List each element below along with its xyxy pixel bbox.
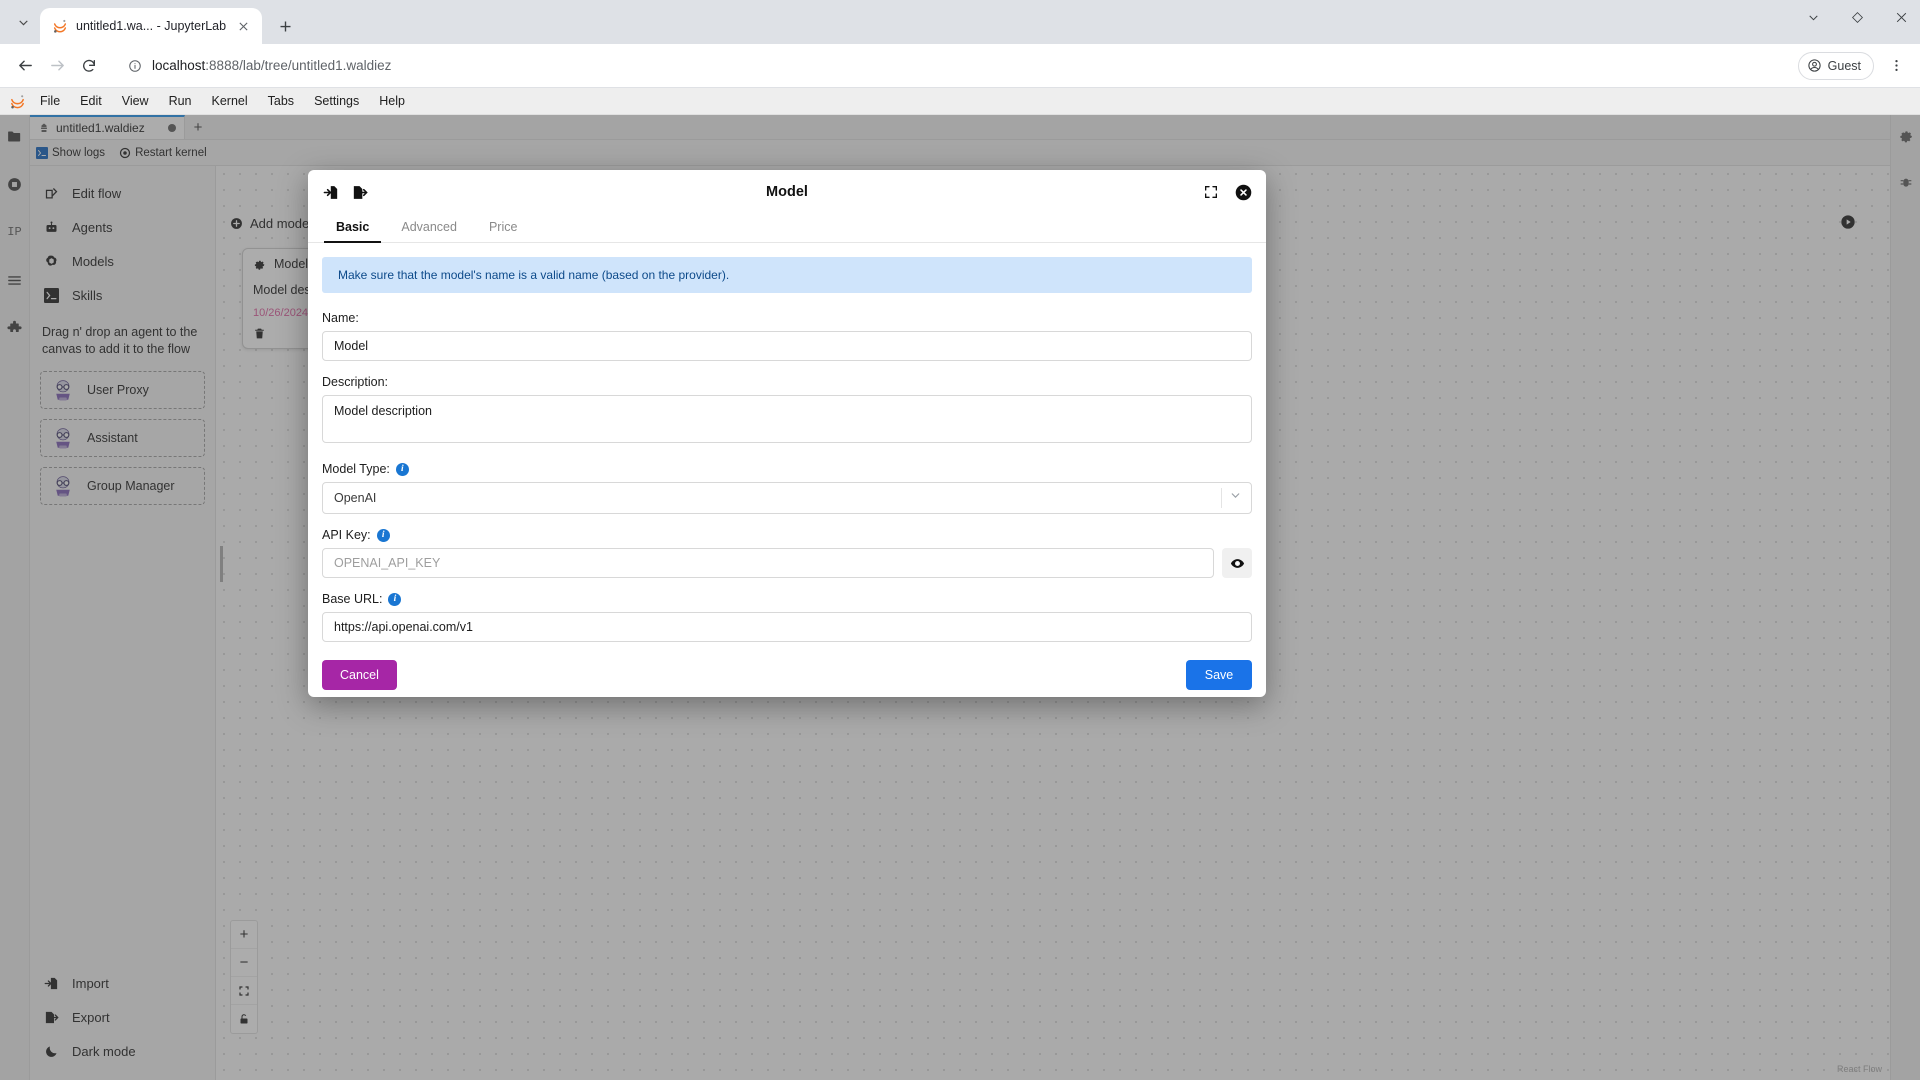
field-description: Description: bbox=[322, 375, 1252, 448]
modal-actions: Cancel Save bbox=[322, 660, 1252, 697]
api-key-input[interactable] bbox=[322, 548, 1214, 578]
url-bar[interactable]: localhost:8888/lab/tree/untitled1.waldie… bbox=[114, 51, 1796, 81]
tab-basic[interactable]: Basic bbox=[322, 214, 383, 243]
menu-settings[interactable]: Settings bbox=[304, 90, 369, 112]
menu-edit[interactable]: Edit bbox=[70, 90, 112, 112]
jupyterlab-menubar: File Edit View Run Kernel Tabs Settings … bbox=[0, 88, 1920, 115]
export-model-icon[interactable] bbox=[350, 183, 368, 201]
browser-tab[interactable]: untitled1.wa... - JupyterLab bbox=[40, 8, 263, 44]
label-api-key-text: API Key: bbox=[322, 528, 371, 542]
url-path: :8888/lab/tree/untitled1.waldiez bbox=[205, 58, 392, 73]
menu-tabs[interactable]: Tabs bbox=[258, 90, 304, 112]
menu-help[interactable]: Help bbox=[369, 90, 415, 112]
jupyter-logo-icon bbox=[4, 90, 30, 112]
label-model-type: Model Type: i bbox=[322, 462, 1252, 476]
window-controls bbox=[1802, 6, 1912, 28]
tab-close-icon[interactable] bbox=[234, 17, 252, 35]
menu-file[interactable]: File bbox=[30, 90, 70, 112]
name-input[interactable] bbox=[322, 331, 1252, 361]
cancel-button[interactable]: Cancel bbox=[322, 660, 397, 690]
description-input[interactable] bbox=[322, 395, 1252, 443]
chevron-down-icon[interactable] bbox=[1229, 489, 1242, 507]
browser-omnibar: localhost:8888/lab/tree/untitled1.waldie… bbox=[0, 44, 1920, 88]
label-base-url: Base URL: i bbox=[322, 592, 1252, 606]
menu-run[interactable]: Run bbox=[159, 90, 202, 112]
info-icon[interactable]: i bbox=[388, 592, 402, 606]
site-info-icon[interactable] bbox=[128, 59, 142, 73]
browser-tabstrip: untitled1.wa... - JupyterLab bbox=[0, 0, 1920, 44]
label-model-type-text: Model Type: bbox=[322, 462, 390, 476]
reload-icon[interactable] bbox=[74, 51, 104, 81]
info-icon[interactable]: i bbox=[376, 528, 390, 542]
field-base-url: Base URL: i bbox=[322, 592, 1252, 642]
label-api-key: API Key: i bbox=[322, 528, 1252, 542]
close-circle-icon[interactable] bbox=[1235, 184, 1252, 201]
info-icon[interactable]: i bbox=[395, 462, 409, 476]
validation-banner: Make sure that the model's name is a val… bbox=[322, 257, 1252, 293]
field-name: Name: bbox=[322, 311, 1252, 361]
browser-chrome: untitled1.wa... - JupyterLab localhost:8… bbox=[0, 0, 1920, 88]
label-description-text: Description: bbox=[322, 375, 388, 389]
tab-search-caret[interactable] bbox=[6, 0, 40, 44]
modal-header-icons bbox=[322, 183, 368, 201]
label-description: Description: bbox=[322, 375, 1252, 389]
profile-pill[interactable]: Guest bbox=[1797, 51, 1874, 80]
profile-label: Guest bbox=[1827, 58, 1861, 73]
browser-tab-title: untitled1.wa... - JupyterLab bbox=[76, 19, 227, 33]
save-button[interactable]: Save bbox=[1186, 660, 1252, 690]
back-icon[interactable] bbox=[10, 51, 40, 81]
modal-header: Model bbox=[308, 170, 1266, 214]
modal-header-right bbox=[1203, 184, 1252, 201]
tab-price[interactable]: Price bbox=[475, 214, 531, 242]
minimize-icon[interactable] bbox=[1802, 6, 1824, 28]
expand-icon[interactable] bbox=[1203, 184, 1219, 200]
jupyterlab-root: File Edit View Run Kernel Tabs Settings … bbox=[0, 88, 1920, 1080]
modal-title: Model bbox=[766, 184, 808, 200]
model-modal: Model Basic Advanced Price Make sure tha… bbox=[308, 170, 1266, 697]
select-separator bbox=[1221, 488, 1222, 508]
api-key-row bbox=[322, 548, 1252, 578]
kebab-menu-icon[interactable] bbox=[1882, 52, 1910, 80]
label-name-text: Name: bbox=[322, 311, 359, 325]
modal-body: Make sure that the model's name is a val… bbox=[308, 243, 1266, 697]
forward-icon bbox=[42, 51, 72, 81]
modal-tabs: Basic Advanced Price bbox=[308, 214, 1266, 243]
label-name: Name: bbox=[322, 311, 1252, 325]
maximize-icon[interactable] bbox=[1846, 6, 1868, 28]
field-model-type: Model Type: i OpenAI bbox=[322, 462, 1252, 514]
eye-icon[interactable] bbox=[1222, 548, 1252, 578]
base-url-input[interactable] bbox=[322, 612, 1252, 642]
jupyter-favicon-icon bbox=[52, 18, 68, 34]
menu-kernel[interactable]: Kernel bbox=[202, 90, 258, 112]
label-base-url-text: Base URL: bbox=[322, 592, 383, 606]
close-window-icon[interactable] bbox=[1890, 6, 1912, 28]
field-api-key: API Key: i bbox=[322, 528, 1252, 578]
import-model-icon[interactable] bbox=[322, 183, 340, 201]
tab-advanced[interactable]: Advanced bbox=[387, 214, 471, 242]
account-circle-icon bbox=[1807, 58, 1822, 73]
model-type-select[interactable]: OpenAI bbox=[322, 482, 1252, 514]
new-tab-icon[interactable] bbox=[270, 11, 300, 41]
url-host: localhost bbox=[152, 58, 206, 73]
url-text: localhost:8888/lab/tree/untitled1.waldie… bbox=[152, 58, 391, 73]
menu-view[interactable]: View bbox=[112, 90, 159, 112]
model-type-value: OpenAI bbox=[322, 482, 1252, 514]
